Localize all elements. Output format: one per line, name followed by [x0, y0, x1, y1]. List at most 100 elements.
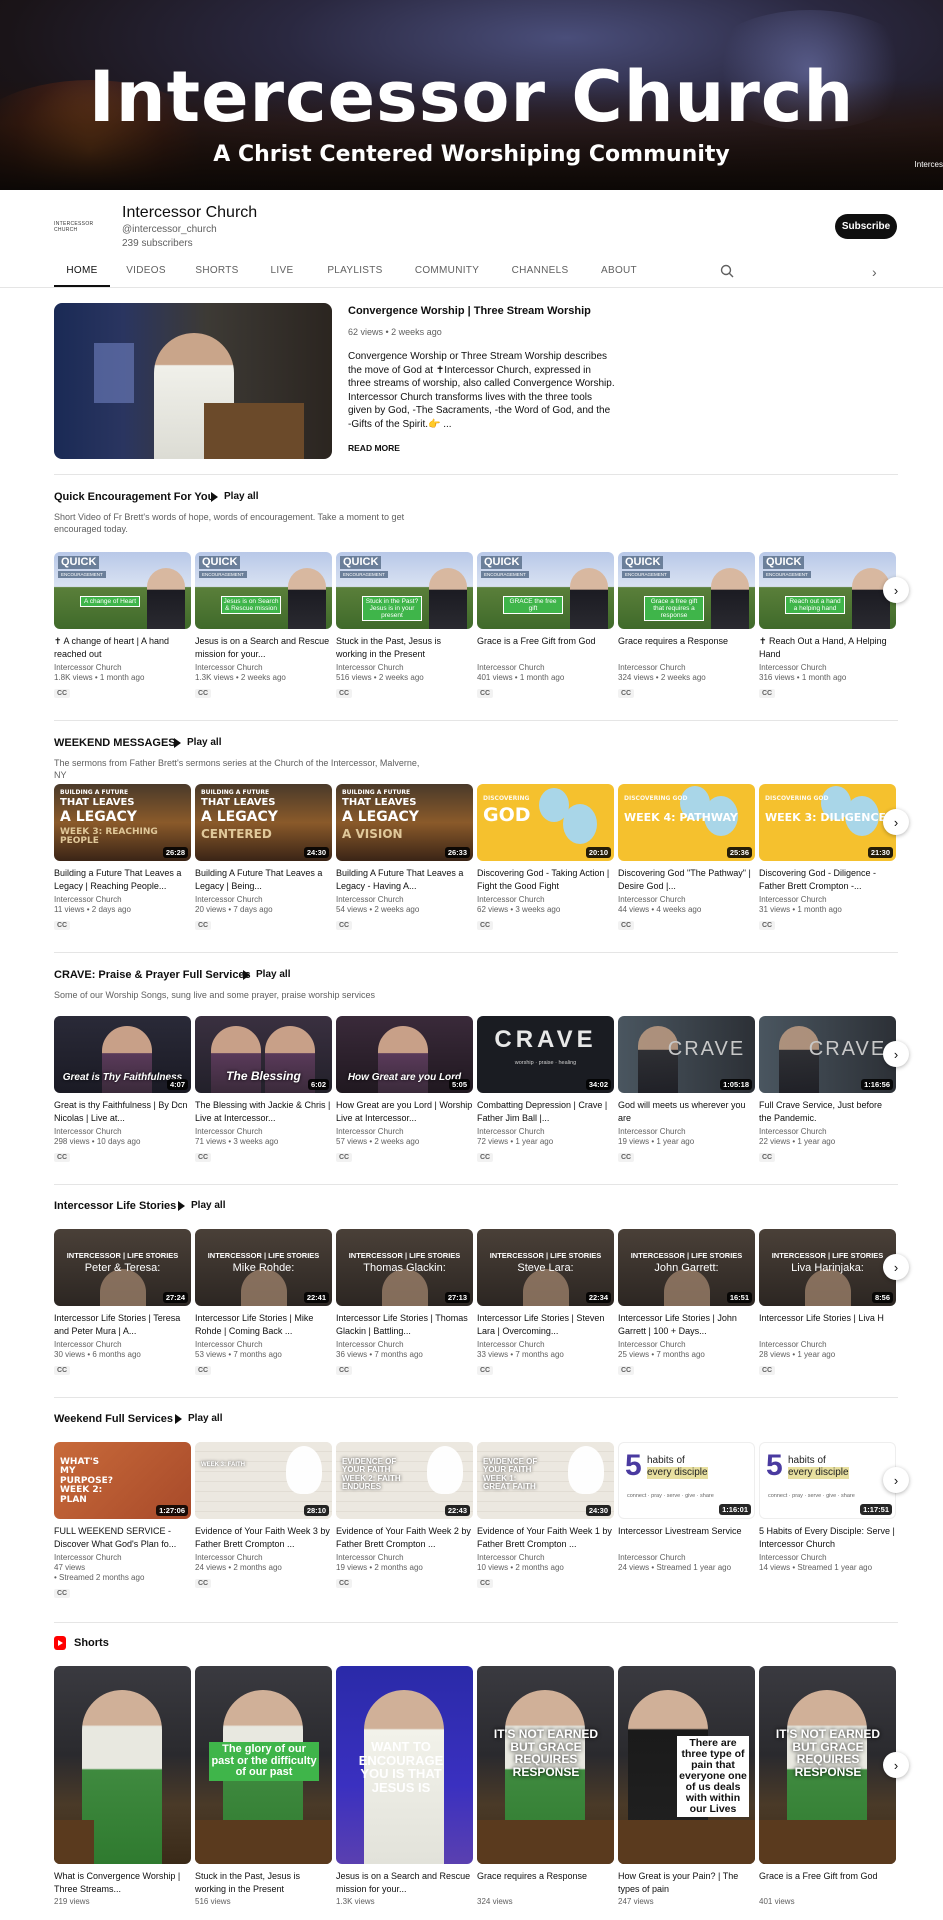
video-thumbnail[interactable]: INTERCESSOR | LIFE STORIES Steve Lara: 2…	[477, 1229, 614, 1306]
video-title[interactable]: Intercessor Livestream Service	[618, 1525, 755, 1551]
video-card[interactable]: CRAVE 1:16:56 Full Crave Service, Just b…	[759, 1016, 896, 1164]
search-icon[interactable]	[720, 264, 734, 278]
tab-shorts[interactable]: SHORTS	[182, 259, 252, 287]
play-all-button[interactable]: Play all	[211, 491, 258, 502]
video-card[interactable]: 5 habits of every disciple connect · pray…	[618, 1442, 755, 1572]
video-thumbnail[interactable]: BUILDING A FUTURE THAT LEAVES A LEGACY A…	[336, 784, 473, 861]
video-thumbnail[interactable]: INTERCESSOR | LIFE STORIES Thomas Glacki…	[336, 1229, 473, 1306]
short-card[interactable]: WANT TO ENCOURAGE YOU IS THAT JESUS IS J…	[336, 1666, 473, 1906]
section-title[interactable]: Quick Encouragement For You	[54, 491, 214, 503]
video-card[interactable]: INTERCESSOR | LIFE STORIES Thomas Glacki…	[336, 1229, 473, 1377]
tab-community[interactable]: COMMUNITY	[398, 259, 496, 287]
video-channel[interactable]: Intercessor Church	[336, 1127, 473, 1136]
video-title[interactable]: Combatting Depression | Crave | Father J…	[477, 1099, 614, 1125]
video-thumbnail[interactable]: DISCOVERING GOD 20:10	[477, 784, 614, 861]
video-channel[interactable]: Intercessor Church	[618, 1127, 755, 1136]
video-thumbnail[interactable]: CRAVE 1:16:56	[759, 1016, 896, 1093]
video-title[interactable]: Discovering God "The Pathway" | Desire G…	[618, 867, 755, 893]
video-thumbnail[interactable]: QUICK ENCOURAGEMENT Stuck in the Past? J…	[336, 552, 473, 629]
video-title[interactable]: Intercessor Life Stories | Thomas Glacki…	[336, 1312, 473, 1338]
video-card[interactable]: Great is Thy Faithfulness 4:07 Great is …	[54, 1016, 191, 1164]
video-card[interactable]: EVIDENCE OF YOUR FAITH WEEK 2: FAITH END…	[336, 1442, 473, 1590]
video-title[interactable]: Building a Future That Leaves a Legacy |…	[54, 867, 191, 893]
video-title[interactable]: Building A Future That Leaves a Legacy -…	[336, 867, 473, 893]
video-card[interactable]: How Great are you Lord 5:05 How Great ar…	[336, 1016, 473, 1164]
featured-video-thumbnail[interactable]	[54, 303, 332, 459]
video-channel[interactable]: Intercessor Church	[477, 1553, 614, 1562]
video-channel[interactable]: Intercessor Church	[195, 1127, 332, 1136]
video-card[interactable]: QUICK ENCOURAGEMENT A change of Heart ✝ …	[54, 552, 191, 700]
video-channel[interactable]: Intercessor Church	[759, 663, 896, 672]
short-thumbnail[interactable]: There are three type of pain that everyo…	[618, 1666, 755, 1864]
tab-videos[interactable]: VIDEOS	[110, 259, 182, 287]
video-thumbnail[interactable]: 5 habits of every disciple connect · pray…	[759, 1442, 896, 1519]
short-title[interactable]: Grace is a Free Gift from God	[759, 1870, 896, 1896]
video-title[interactable]: ✝ A change of heart | A hand reached out	[54, 635, 191, 661]
video-channel[interactable]: Intercessor Church	[336, 1553, 473, 1562]
video-channel[interactable]: Intercessor Church	[618, 663, 755, 672]
video-channel[interactable]: Intercessor Church	[759, 1553, 896, 1562]
video-title[interactable]: Intercessor Life Stories | Mike Rohde | …	[195, 1312, 332, 1338]
video-thumbnail[interactable]: QUICK ENCOURAGEMENT Reach out a hand a h…	[759, 552, 896, 629]
video-channel[interactable]: Intercessor Church	[54, 663, 191, 672]
video-title[interactable]: Stuck in the Past, Jesus is working in t…	[336, 635, 473, 661]
video-title[interactable]: Evidence of Your Faith Week 1 by Father …	[477, 1525, 614, 1551]
video-title[interactable]: Intercessor Life Stories | John Garrett …	[618, 1312, 755, 1338]
video-card[interactable]: DISCOVERING GOD 20:10 Discovering God - …	[477, 784, 614, 932]
video-card[interactable]: INTERCESSOR | LIFE STORIES John Garrett:…	[618, 1229, 755, 1377]
video-card[interactable]: BUILDING A FUTURE THAT LEAVES A LEGACY A…	[336, 784, 473, 932]
video-card[interactable]: EVIDENCE OF YOUR FAITH WEEK 1: GREAT FAI…	[477, 1442, 614, 1590]
short-card[interactable]: IT'S NOT EARNED BUT GRACE REQUIRES RESPO…	[759, 1666, 896, 1906]
section-title[interactable]: Weekend Full Services	[54, 1413, 173, 1425]
video-title[interactable]: God will meets us wherever you are	[618, 1099, 755, 1125]
video-card[interactable]: QUICK ENCOURAGEMENT GRACE the free gift …	[477, 552, 614, 700]
video-card[interactable]: QUICK ENCOURAGEMENT Jesus is on Search &…	[195, 552, 332, 700]
video-channel[interactable]: Intercessor Church	[195, 1553, 332, 1562]
tab-live[interactable]: LIVE	[252, 259, 312, 287]
video-card[interactable]: INTERCESSOR | LIFE STORIES Steve Lara: 2…	[477, 1229, 614, 1377]
video-card[interactable]: BUILDING A FUTURE THAT LEAVES A LEGACY W…	[54, 784, 191, 932]
video-channel[interactable]: Intercessor Church	[54, 895, 191, 904]
video-title[interactable]: Intercessor Life Stories | Teresa and Pe…	[54, 1312, 191, 1338]
video-thumbnail[interactable]: Great is Thy Faithfulness 4:07	[54, 1016, 191, 1093]
short-thumbnail[interactable]: WANT TO ENCOURAGE YOU IS THAT JESUS IS	[336, 1666, 473, 1864]
video-card[interactable]: DISCOVERING GOD WEEK 3: DILIGENCE 21:30 …	[759, 784, 896, 932]
video-thumbnail[interactable]: INTERCESSOR | LIFE STORIES Mike Rohde: 2…	[195, 1229, 332, 1306]
video-title[interactable]: Building A Future That Leaves a Legacy |…	[195, 867, 332, 893]
video-channel[interactable]: Intercessor Church	[618, 895, 755, 904]
video-channel[interactable]: Intercessor Church	[477, 895, 614, 904]
video-card[interactable]: BUILDING A FUTURE THAT LEAVES A LEGACY C…	[195, 784, 332, 932]
shelf-next-button[interactable]: ›	[883, 577, 909, 603]
video-title[interactable]: The Blessing with Jackie & Chris | Live …	[195, 1099, 332, 1125]
tab-playlists[interactable]: PLAYLISTS	[312, 259, 398, 287]
video-title[interactable]: Discovering God - Diligence - Father Bre…	[759, 867, 896, 893]
video-title[interactable]: Jesus is on a Search and Rescue mission …	[195, 635, 332, 661]
video-thumbnail[interactable]: DISCOVERING GOD WEEK 4: PATHWAY 25:36	[618, 784, 755, 861]
video-card[interactable]: WHAT'S MY PURPOSE? WEEK 2: PLAN 1:27:06 …	[54, 1442, 191, 1600]
video-channel[interactable]: Intercessor Church	[54, 1127, 191, 1136]
video-title[interactable]: Grace is a Free Gift from God	[477, 635, 614, 661]
video-channel[interactable]: Intercessor Church	[759, 1127, 896, 1136]
video-thumbnail[interactable]: BUILDING A FUTURE THAT LEAVES A LEGACY C…	[195, 784, 332, 861]
video-card[interactable]: The Blessing 6:02 The Blessing with Jack…	[195, 1016, 332, 1164]
video-thumbnail[interactable]: QUICK ENCOURAGEMENT GRACE the free gift	[477, 552, 614, 629]
video-title[interactable]: ✝ Reach Out a Hand, A Helping Hand	[759, 635, 896, 661]
video-card[interactable]: CRAVE 1:05:18 God will meets us wherever…	[618, 1016, 755, 1164]
short-thumbnail[interactable]: IT'S NOT EARNED BUT GRACE REQUIRES RESPO…	[477, 1666, 614, 1864]
video-thumbnail[interactable]: CRAVE 1:05:18	[618, 1016, 755, 1093]
video-thumbnail[interactable]: QUICK ENCOURAGEMENT Jesus is on Search &…	[195, 552, 332, 629]
video-channel[interactable]: Intercessor Church	[477, 663, 614, 672]
section-title[interactable]: WEEKEND MESSAGES	[54, 737, 176, 749]
short-card[interactable]: IT'S NOT EARNED BUT GRACE REQUIRES RESPO…	[477, 1666, 614, 1906]
short-title[interactable]: How Great is your Pain? | The types of p…	[618, 1870, 755, 1896]
video-card[interactable]: WEEK 3: FAITH 28:10 Evidence of Your Fai…	[195, 1442, 332, 1590]
shorts-section-header[interactable]: Shorts	[54, 1636, 109, 1650]
video-card[interactable]: INTERCESSOR | LIFE STORIES Peter & Teres…	[54, 1229, 191, 1377]
video-card[interactable]: QUICK ENCOURAGEMENT Grace a free gift th…	[618, 552, 755, 700]
short-title[interactable]: What is Convergence Worship | Three Stre…	[54, 1870, 191, 1896]
video-thumbnail[interactable]: BUILDING A FUTURE THAT LEAVES A LEGACY W…	[54, 784, 191, 861]
video-thumbnail[interactable]: WHAT'S MY PURPOSE? WEEK 2: PLAN 1:27:06	[54, 1442, 191, 1519]
video-thumbnail[interactable]: EVIDENCE OF YOUR FAITH WEEK 1: GREAT FAI…	[477, 1442, 614, 1519]
video-thumbnail[interactable]: QUICK ENCOURAGEMENT A change of Heart	[54, 552, 191, 629]
read-more-link[interactable]: READ MORE	[348, 443, 400, 453]
